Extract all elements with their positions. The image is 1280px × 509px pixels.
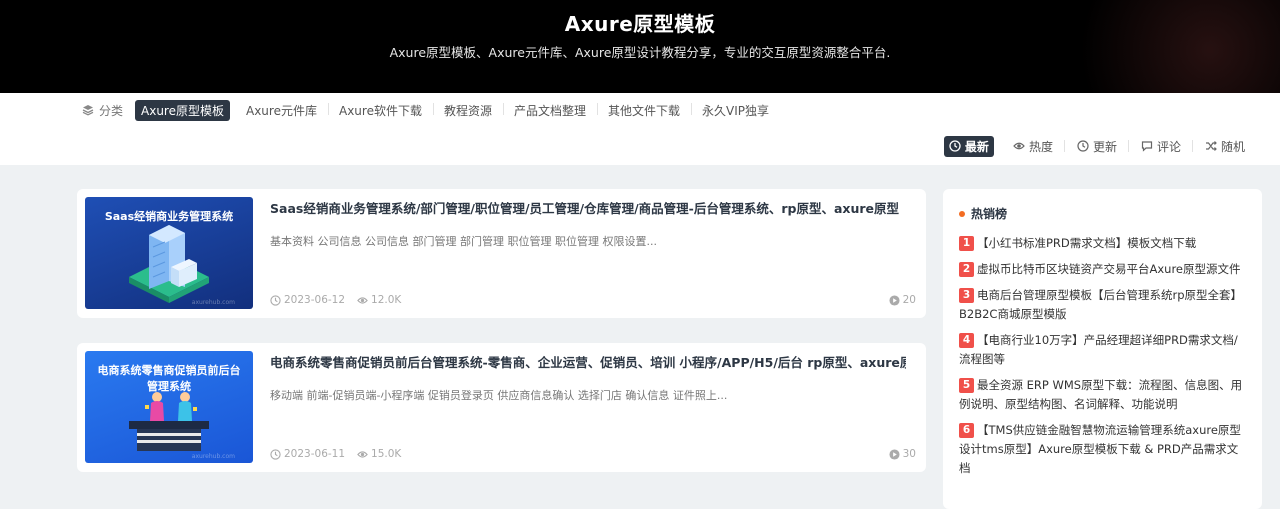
sort-updated[interactable]: 更新 [1063, 136, 1122, 157]
hot-item[interactable]: 1 【小红书标准PRD需求文档】模板文档下载 [959, 234, 1246, 253]
post-excerpt: 移动端 前端-促销员端-小程序端 促销员登录页 供应商信息确认 选择门店 确认信… [270, 389, 728, 402]
rank-badge: 6 [959, 423, 974, 438]
post-thumbnail[interactable]: 电商系统零售商促销员前后台管理系统 axurehub.com [85, 351, 253, 463]
rank-badge: 4 [959, 333, 974, 348]
post-title[interactable]: 电商系统零售商促销员前后台管理系统-零售商、企业运营、促销员、培训 小程序/AP… [270, 352, 906, 371]
post-comments-text: 30 [902, 448, 916, 460]
thumbnail-watermark: axurehub.com [191, 299, 235, 306]
site-header: Axure原型模板 Axure原型模板、Axure元件库、Axure原型设计教程… [0, 0, 1280, 93]
category-label-text: 分类 [99, 103, 124, 118]
hot-item-text[interactable]: 【电商行业10万字】产品经理超详细PRD需求文档/流程图等 [959, 333, 1238, 366]
post-views-text: 15.0K [371, 448, 402, 460]
eye-icon [1013, 142, 1025, 150]
thumbnail-watermark: axurehub.com [191, 453, 235, 460]
sort-latest[interactable]: 最新 [943, 135, 994, 157]
category-axure-templates[interactable]: Axure原型模板 [135, 99, 230, 121]
shuffle-icon [1205, 141, 1217, 151]
layers-icon [82, 105, 94, 116]
post-card[interactable]: Saas经销商业务管理系统 axurehub.com Saas经销商业务管理系统… [77, 189, 926, 318]
rank-badge: 2 [959, 262, 974, 277]
post-date-text: 2023-06-12 [284, 294, 346, 306]
widget-header: 热销榜 [959, 205, 1246, 222]
hot-item-text[interactable]: 【小红书标准PRD需求文档】模板文档下载 [977, 236, 1196, 250]
post-card[interactable]: 电商系统零售商促销员前后台管理系统 axurehub.com 电商系统零售商促销… [77, 343, 926, 472]
comment-icon [1141, 141, 1153, 152]
sort-random[interactable]: 随机 [1191, 136, 1250, 157]
site-title[interactable]: Axure原型模板 [0, 8, 1280, 37]
rank-badge: 1 [959, 236, 974, 251]
rank-badge: 5 [959, 378, 974, 393]
category-axure-download[interactable]: Axure软件下载 [333, 100, 434, 121]
hot-item-text[interactable]: 电商后台管理原型模板【后台管理系统rp原型全套】B2B2C商城原型模版 [959, 288, 1242, 321]
sort-latest-label: 最新 [964, 139, 989, 154]
post-date-text: 2023-06-11 [284, 448, 346, 460]
hot-item-text[interactable]: 最全资源 ERP WMS原型下载：流程图、信息图、用例说明、原型结构图、名词解释… [959, 378, 1242, 411]
clock-icon [270, 294, 281, 306]
hot-item[interactable]: 4 【电商行业10万字】产品经理超详细PRD需求文档/流程图等 [959, 331, 1246, 369]
rank-badge: 3 [959, 288, 974, 303]
category-bar: 分类 Axure原型模板 Axure元件库 Axure软件下载 教程资源 产品文… [0, 93, 1280, 127]
isometric-building-illustration [129, 225, 209, 303]
clock-icon [270, 448, 281, 460]
post-excerpt: 基本资料 公司信息 公司信息 部门管理 部门管理 职位管理 职位管理 权限设置.… [270, 235, 657, 248]
hot-item[interactable]: 2 虚拟币比特币区块链资产交易平台Axure原型源文件 [959, 260, 1246, 279]
category-tutorials[interactable]: 教程资源 [438, 100, 505, 121]
post-views-text: 12.0K [371, 294, 402, 306]
hot-dot-icon [959, 210, 965, 217]
post-comments[interactable]: 20 [889, 294, 916, 306]
post-list: Saas经销商业务管理系统 axurehub.com Saas经销商业务管理系统… [77, 189, 926, 497]
hot-item[interactable]: 5 最全资源 ERP WMS原型下载：流程图、信息图、用例说明、原型结构图、名词解… [959, 376, 1246, 414]
sort-comments[interactable]: 评论 [1127, 136, 1186, 157]
clock-icon [1077, 140, 1089, 152]
post-meta: 2023-06-11 15.0K [270, 448, 401, 460]
post-views: 12.0K [357, 294, 401, 306]
category-label: 分类 [82, 102, 123, 119]
hot-sales-widget: 热销榜 1 【小红书标准PRD需求文档】模板文档下载 2 虚拟币比特币区块链资产交易… [943, 189, 1262, 509]
comment-count-icon [889, 448, 900, 460]
post-views: 15.0K [357, 448, 401, 460]
post-comments[interactable]: 30 [889, 448, 916, 460]
sort-comments-label: 评论 [1156, 139, 1181, 154]
clock-icon [949, 140, 961, 152]
promoter-counter-illustration [129, 392, 209, 451]
widget-title: 热销榜 [971, 207, 1008, 221]
post-thumbnail[interactable]: Saas经销商业务管理系统 axurehub.com [85, 197, 253, 309]
hot-item[interactable]: 6 【TMS供应链金融智慧物流运输管理系统axure原型设计tms原型】Axure… [959, 421, 1246, 478]
post-date: 2023-06-11 [270, 448, 345, 460]
eye-icon [357, 450, 368, 458]
category-axure-components[interactable]: Axure元件库 [240, 100, 329, 121]
eye-icon [357, 296, 368, 304]
sort-bar: 最新 热度 更新 评论 随机 [0, 127, 1280, 165]
sort-updated-label: 更新 [1092, 139, 1117, 154]
post-meta: 2023-06-12 12.0K [270, 294, 401, 306]
sort-hot-label: 热度 [1028, 139, 1053, 154]
hot-item-text[interactable]: 【TMS供应链金融智慧物流运输管理系统axure原型设计tms原型】Axure原… [959, 423, 1241, 475]
post-title[interactable]: Saas经销商业务管理系统/部门管理/职位管理/员工管理/仓库管理/商品管理-后… [270, 198, 906, 217]
comment-count-icon [889, 294, 900, 306]
sort-hot[interactable]: 热度 [1008, 136, 1058, 157]
category-other-files[interactable]: 其他文件下载 [602, 100, 693, 121]
sort-random-label: 随机 [1220, 139, 1245, 154]
post-date: 2023-06-12 [270, 294, 345, 306]
site-subtitle: Axure原型模板、Axure元件库、Axure原型设计教程分享，专业的交互原型… [389, 45, 891, 60]
category-vip[interactable]: 永久VIP独享 [696, 100, 775, 121]
post-comments-text: 20 [902, 294, 916, 306]
hot-item-text[interactable]: 虚拟币比特币区块链资产交易平台Axure原型源文件 [977, 262, 1241, 276]
hot-item[interactable]: 3 电商后台管理原型模板【后台管理系统rp原型全套】B2B2C商城原型模版 [959, 286, 1246, 324]
category-product-docs[interactable]: 产品文档整理 [508, 100, 599, 121]
